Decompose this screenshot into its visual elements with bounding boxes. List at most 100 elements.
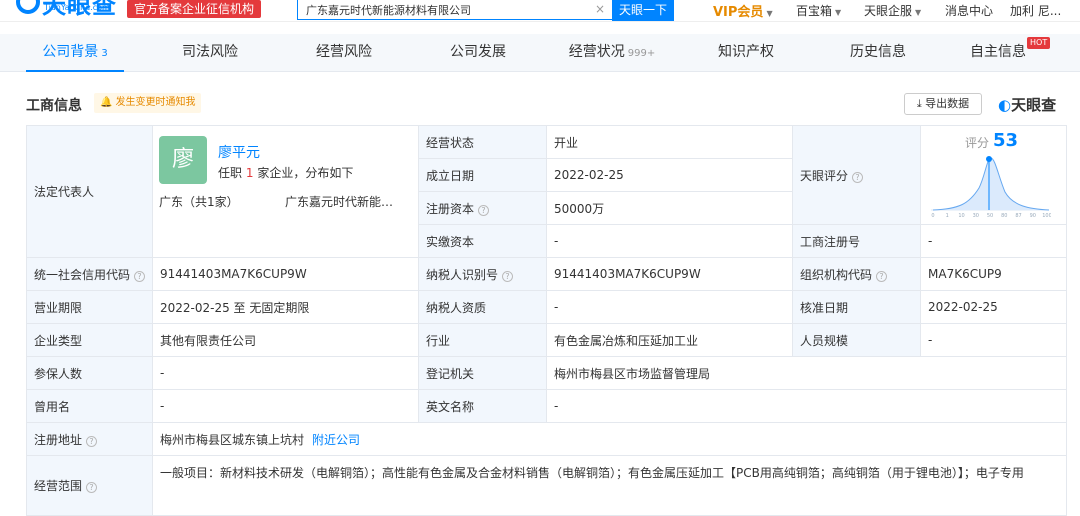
paid-capital-label: 实缴资本 xyxy=(418,224,547,258)
tab-label: 经营状况 xyxy=(568,44,625,60)
notify-change-button[interactable]: 🔔 发生变更时通知我 xyxy=(94,93,202,113)
nav-message-center[interactable]: 消息中心 xyxy=(945,2,993,19)
industry-value: 有色金属冶炼和压延加工业 xyxy=(546,323,793,357)
nav-enterprise-service-label: 天眼企服 xyxy=(864,4,913,18)
score-label-cell: 天眼评分? xyxy=(792,125,921,225)
tab-label: 历史信息 xyxy=(850,44,906,60)
vip-label: VIP会员 xyxy=(713,5,764,20)
score-value: 53 xyxy=(993,130,1019,151)
paid-capital-value: - xyxy=(546,224,793,258)
authority-value: 梅州市梅县区市场监督管理局 xyxy=(546,356,1067,390)
scope-label: 经营范围 xyxy=(34,479,83,493)
industry-label: 行业 xyxy=(418,323,547,357)
search-box xyxy=(297,0,613,20)
scope-value: 一般项目：新材料技术研发（电解铜箔）；高性能有色金属及合金材料销售（电解铜箔）；… xyxy=(160,466,1024,480)
help-icon[interactable]: ? xyxy=(134,270,146,282)
org-code-label-cell: 组织机构代码? xyxy=(792,257,921,291)
chevron-down-icon: ▼ xyxy=(835,8,842,17)
help-icon[interactable]: ? xyxy=(86,435,98,447)
brand-text: 天眼查 xyxy=(1011,96,1057,114)
export-data-button[interactable]: ⤓ 导出数据 xyxy=(904,93,982,115)
site-logo[interactable]: 天眼查 TianYanCha.com xyxy=(8,0,118,22)
address-label-cell: 注册地址? xyxy=(26,422,153,456)
positions-prefix: 任职 xyxy=(218,166,243,180)
tab-company-development[interactable]: 公司发展 xyxy=(428,34,528,72)
score-cell: 评分 53 0 1 10 30 50 80 87 90 100 xyxy=(920,125,1067,225)
help-icon[interactable]: ? xyxy=(478,204,490,216)
score-tick-label: 100 xyxy=(1042,213,1051,219)
org-code-value: MA7K6CUP9 xyxy=(920,257,1067,291)
nav-enterprise-service[interactable]: 天眼企服 ▼ xyxy=(864,2,921,19)
help-icon[interactable]: ? xyxy=(502,270,514,282)
nav-user-menu[interactable]: 加利 尼... xyxy=(1010,2,1061,19)
status-value: 开业 xyxy=(546,125,793,159)
section-title: 工商信息 xyxy=(26,98,82,114)
tab-label: 经营风险 xyxy=(316,44,372,60)
tab-label: 知识产权 xyxy=(718,44,774,60)
english-name-label: 英文名称 xyxy=(418,389,547,423)
bell-icon: 🔔 xyxy=(100,97,113,108)
export-label: 导出数据 xyxy=(925,97,970,110)
help-icon[interactable]: ? xyxy=(852,171,864,183)
insured-value: - xyxy=(152,356,419,390)
logo-eye-icon xyxy=(16,0,40,14)
taxpayer-qual-label: 纳税人资质 xyxy=(418,290,547,324)
tab-intellectual-property[interactable]: 知识产权 xyxy=(696,34,796,72)
score-tick-label: 90 xyxy=(1030,213,1036,219)
tab-label: 公司发展 xyxy=(450,44,506,60)
insured-label: 参保人数 xyxy=(26,356,153,390)
tab-business-status[interactable]: 经营状况 999+ xyxy=(556,34,668,72)
legal-rep-label: 法定代表人 xyxy=(26,125,153,258)
tab-count: 3 xyxy=(101,48,108,59)
found-date-label: 成立日期 xyxy=(418,158,547,192)
authority-label: 登记机关 xyxy=(418,356,547,390)
clear-icon[interactable]: × xyxy=(595,0,605,18)
tab-company-background[interactable]: 公司背景 3 xyxy=(26,34,124,72)
credit-code-value: 91441403MA7K6CUP9W xyxy=(152,257,419,291)
company-type-label: 企业类型 xyxy=(26,323,153,357)
nearby-companies-link[interactable]: 附近公司 xyxy=(312,433,360,447)
score-tick-label: 80 xyxy=(1001,213,1007,219)
term-label: 营业期限 xyxy=(26,290,153,324)
legal-rep-positions: 任职 1 家企业，分布如下 xyxy=(218,164,353,181)
score-tick-label: 10 xyxy=(958,213,964,219)
download-icon: ⤓ xyxy=(916,97,926,110)
help-icon[interactable]: ? xyxy=(86,482,98,493)
positions-count[interactable]: 1 xyxy=(246,166,254,180)
legal-rep-region: 广东（共1家） xyxy=(159,195,239,209)
notify-label: 发生变更时通知我 xyxy=(115,97,196,108)
hot-badge: HOT xyxy=(1027,37,1051,49)
score-tick-label: 0 xyxy=(931,213,934,219)
certification-badge[interactable]: 官方备案企业征信机构 xyxy=(127,0,262,18)
avatar[interactable]: 廖 xyxy=(159,136,207,184)
capital-label-cell: 注册资本? xyxy=(418,191,547,225)
tab-label: 自主信息 xyxy=(970,44,1026,60)
found-date-value: 2022-02-25 xyxy=(546,158,793,192)
score-tick-label: 50 xyxy=(987,213,993,219)
staff-size-value: - xyxy=(920,323,1067,357)
search-button[interactable]: 天眼一下 xyxy=(612,0,674,21)
former-name-value: - xyxy=(152,389,419,423)
help-icon[interactable]: ? xyxy=(876,270,888,282)
staff-size-label: 人员规模 xyxy=(792,323,921,357)
tab-business-risk[interactable]: 经营风险 xyxy=(294,34,394,72)
term-value: 2022-02-25 至 无固定期限 xyxy=(152,290,419,324)
tab-history[interactable]: 历史信息 xyxy=(828,34,928,72)
tab-legal-risk[interactable]: 司法风险 xyxy=(160,34,260,72)
capital-value: 50000万 xyxy=(546,191,793,225)
search-input[interactable] xyxy=(306,1,586,18)
chevron-down-icon: ▼ xyxy=(766,9,773,18)
reg-no-value: - xyxy=(920,224,1067,258)
scope-cell: 一般项目：新材料技术研发（电解铜箔）；高性能有色金属及合金材料销售（电解铜箔）；… xyxy=(152,455,1067,516)
logo-subtext: TianYanCha.com xyxy=(44,3,110,12)
score-tick-label: 1 xyxy=(946,213,949,219)
taxpayer-qual-value: - xyxy=(546,290,793,324)
address-cell: 梅州市梅县区城东镇上坑村 附近公司 xyxy=(152,422,1067,456)
score-distribution-chart: 0 1 10 30 50 80 87 90 100 xyxy=(931,156,1051,219)
vip-member-link[interactable]: VIP会员 ▼ xyxy=(713,1,773,20)
scope-label-cell: 经营范围? xyxy=(26,455,153,516)
reg-no-label: 工商注册号 xyxy=(792,224,921,258)
nav-toolbox[interactable]: 百宝箱 ▼ xyxy=(796,2,841,19)
legal-rep-company[interactable]: 广东嘉元时代新能源... xyxy=(285,193,403,210)
legal-rep-name[interactable]: 廖平元 xyxy=(218,142,260,162)
